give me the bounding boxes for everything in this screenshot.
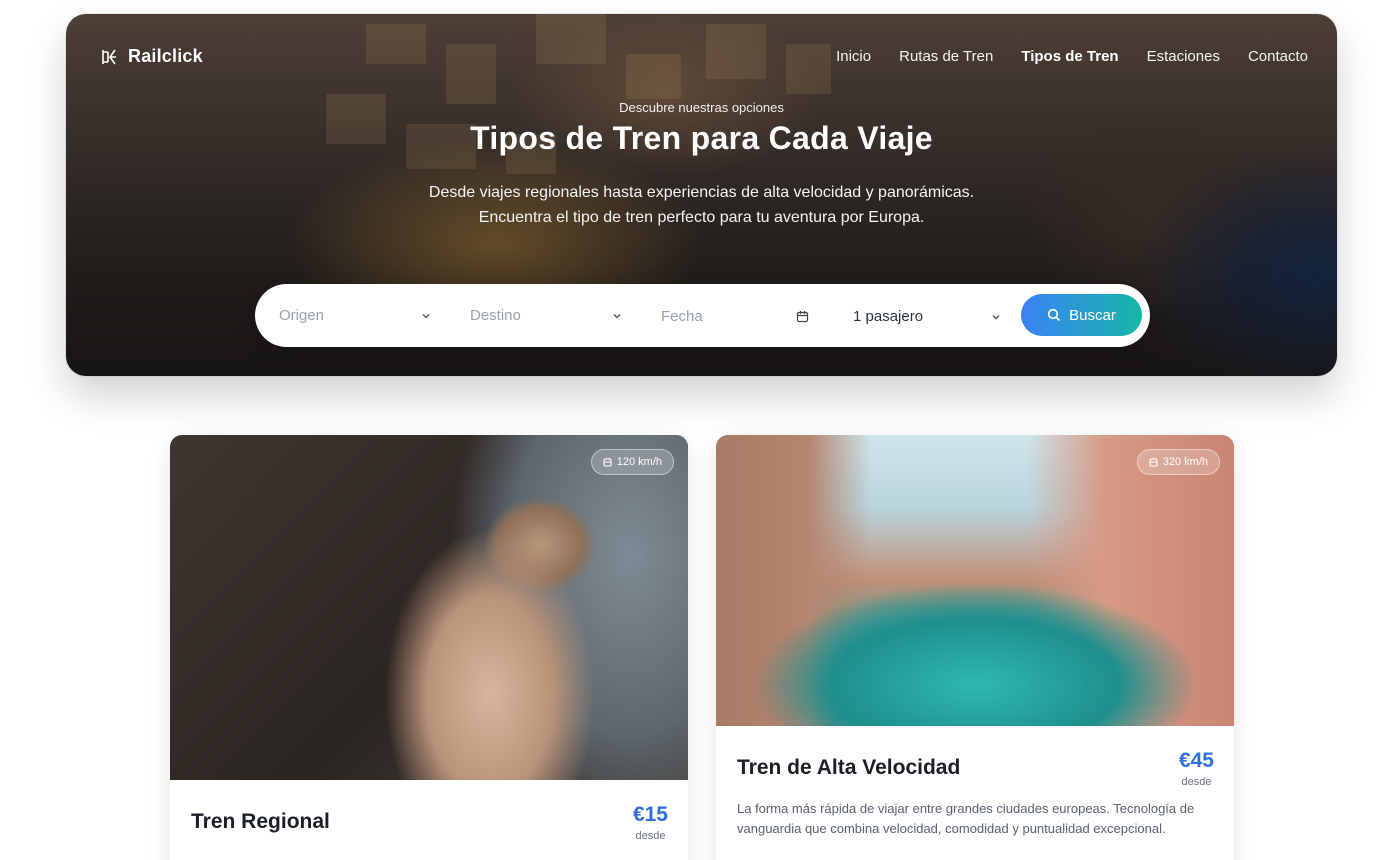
nav-tipos-de-tren[interactable]: Tipos de Tren	[1021, 48, 1118, 65]
david-statue-image	[170, 435, 688, 780]
chevron-down-icon	[613, 313, 621, 318]
hero-banner: Railclick Inicio Rutas de Tren Tipos de …	[66, 14, 1337, 376]
chevron-down-icon	[422, 313, 430, 318]
price-block: €45 desde	[1179, 749, 1214, 788]
search-icon	[1048, 308, 1061, 322]
train-type-card[interactable]: 320 km/h Tren de Alta Velocidad €45 desd…	[716, 435, 1234, 860]
date-field[interactable]: Fecha	[661, 285, 809, 348]
calendar-icon	[796, 311, 809, 323]
price-label: desde	[1181, 776, 1212, 788]
price-block: €15 desde	[633, 803, 668, 842]
passengers-select[interactable]: 1 pasajero	[853, 285, 1001, 348]
speedometer-icon	[603, 457, 612, 467]
card-description: La forma más rápida de viajar entre gran…	[737, 801, 1195, 836]
speed-badge: 120 km/h	[590, 449, 674, 475]
nav-contacto[interactable]: Contacto	[1248, 48, 1308, 65]
card-title: Tren Regional	[191, 810, 330, 833]
price-value: €45	[1178, 749, 1214, 772]
price-label: desde	[635, 830, 666, 842]
price-value: €15	[632, 803, 668, 826]
hero-subtitle: Desde viajes regionales hasta experienci…	[428, 184, 975, 226]
page-title: Tipos de Tren para Cada Viaje	[470, 120, 933, 156]
origin-select[interactable]: Origen	[279, 284, 431, 347]
speed-badge: 320 km/h	[1136, 449, 1220, 475]
search-bar: Origen Destino Fecha 1 pasajero Buscar	[255, 284, 1150, 347]
train-type-card[interactable]: 120 km/h Tren Regional €15 desde	[170, 435, 688, 860]
speedometer-icon	[1149, 457, 1158, 467]
chevron-down-icon	[992, 314, 1000, 319]
nav-inicio[interactable]: Inicio	[836, 48, 871, 65]
destination-select[interactable]: Destino	[470, 284, 622, 347]
search-button[interactable]: Buscar	[1021, 294, 1142, 336]
hero-eyebrow: Descubre nuestras opciones	[619, 100, 784, 115]
train-logo-icon	[102, 49, 116, 64]
nav-rutas-de-tren[interactable]: Rutas de Tren	[899, 48, 993, 65]
card-title: Tren de Alta Velocidad	[737, 756, 961, 779]
brand-logo[interactable]: Railclick	[100, 46, 203, 67]
venice-canal-image	[716, 435, 1234, 726]
brand-name: Railclick	[128, 46, 203, 66]
page: Railclick Inicio Rutas de Tren Tipos de …	[0, 0, 1400, 860]
main-menu: Inicio Rutas de Tren Tipos de Tren Estac…	[836, 48, 1308, 65]
top-nav: Railclick Inicio Rutas de Tren Tipos de …	[66, 14, 1337, 98]
nav-estaciones[interactable]: Estaciones	[1147, 48, 1220, 65]
